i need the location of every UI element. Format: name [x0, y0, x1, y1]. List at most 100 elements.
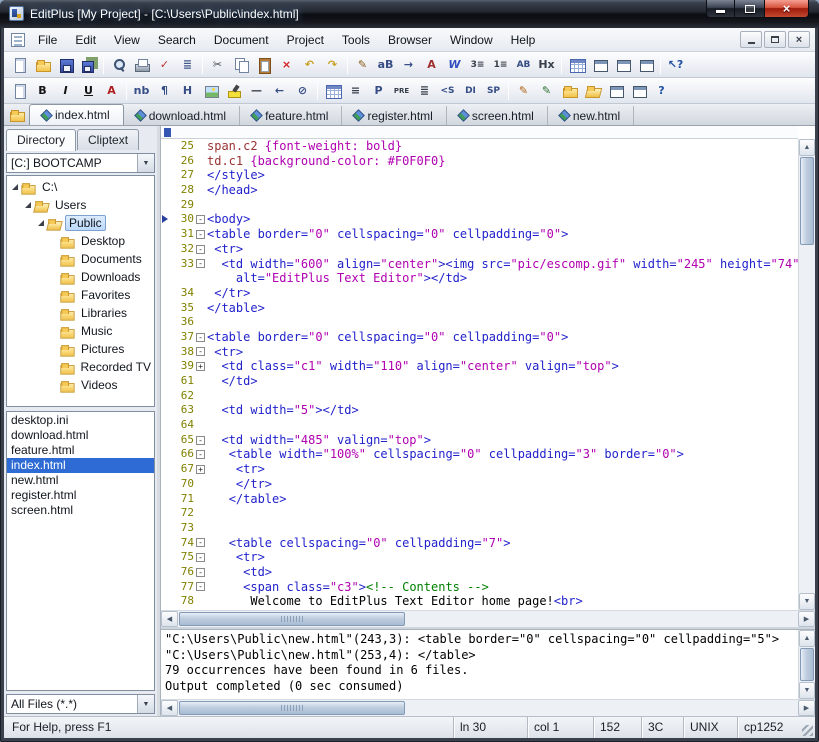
file-item-register-html[interactable]: register.html [7, 488, 154, 503]
mdi-restore-button[interactable] [764, 31, 786, 48]
document-template-button[interactable]: ≣ [176, 54, 199, 76]
div-tag-button[interactable]: DI [459, 80, 482, 102]
fold-toggle-icon[interactable]: + [194, 359, 207, 374]
tree-item-c[interactable]: C:\ [7, 178, 154, 196]
new-document-button[interactable] [8, 54, 31, 76]
show-html-toolbar-button[interactable] [565, 54, 588, 76]
hex-viewer-button[interactable]: Hx [535, 54, 558, 76]
fold-toggle-icon[interactable]: - [194, 550, 207, 565]
cut-button[interactable]: ✂ [206, 54, 229, 76]
font-button[interactable]: A [420, 54, 443, 76]
full-screen-button[interactable] [634, 54, 657, 76]
title-bar[interactable]: EditPlus [My Project] - [C:\Users\Public… [0, 0, 819, 28]
output-window[interactable]: "C:\Users\Public\new.html"(243,3): <tabl… [161, 629, 815, 699]
tree-item-documents[interactable]: Documents [7, 250, 154, 268]
tile-windows-button[interactable] [627, 80, 650, 102]
print-preview-button[interactable] [107, 54, 130, 76]
scroll-track[interactable] [178, 700, 798, 716]
menu-browser[interactable]: Browser [379, 29, 441, 51]
tree-item-users[interactable]: Users [7, 196, 154, 214]
split-window-button[interactable] [604, 80, 627, 102]
fold-toggle-icon[interactable]: - [194, 433, 207, 448]
auto-complete-button[interactable]: AB [512, 54, 535, 76]
tree-item-public[interactable]: Public [7, 214, 154, 232]
fold-toggle-icon[interactable]: - [194, 242, 207, 257]
drive-combobox[interactable]: [C:] BOOTCAMP [6, 153, 155, 173]
horizontal-rule-button[interactable]: — [245, 80, 268, 102]
scroll-track[interactable] [799, 156, 815, 593]
non-breaking-space-button[interactable]: nb [130, 80, 153, 102]
strikethrough-tag-button[interactable]: <S [436, 80, 459, 102]
fold-toggle-icon[interactable]: + [194, 462, 207, 477]
menu-search[interactable]: Search [149, 29, 205, 51]
tree-item-recorded-tv[interactable]: Recorded TV [7, 358, 154, 376]
span-tag-button[interactable]: SP [482, 80, 505, 102]
file-item-download-html[interactable]: download.html [7, 428, 154, 443]
redo-button[interactable]: ↷ [321, 54, 344, 76]
menu-help[interactable]: Help [502, 29, 545, 51]
mdi-minimize-button[interactable] [740, 31, 762, 48]
spell-check-button[interactable]: ✓ [153, 54, 176, 76]
list-tag-button[interactable]: ≣ [413, 80, 436, 102]
context-help-button[interactable]: ↖? [664, 54, 687, 76]
tree-item-downloads[interactable]: Downloads [7, 268, 154, 286]
file-filter-combobox[interactable]: All Files (*.*) [6, 694, 155, 714]
tree-item-libraries[interactable]: Libraries [7, 304, 154, 322]
scroll-up-button[interactable] [799, 630, 815, 647]
preformatted-tag-button[interactable]: PRE [390, 80, 413, 102]
print-button[interactable] [130, 54, 153, 76]
tree-item-pictures[interactable]: Pictures [7, 340, 154, 358]
underline-button[interactable]: U [77, 80, 100, 102]
file-item-feature-html[interactable]: feature.html [7, 443, 154, 458]
tab-feature-html[interactable]: feature.html [240, 106, 342, 125]
scroll-thumb[interactable] [800, 648, 814, 681]
insert-table-button[interactable] [321, 80, 344, 102]
sign-file-button[interactable]: ✎ [351, 54, 374, 76]
editor-horizontal-scrollbar[interactable] [161, 610, 815, 627]
bold-button[interactable]: B [31, 80, 54, 102]
tab-new-html[interactable]: new.html [548, 106, 634, 125]
save-button[interactable] [54, 54, 77, 76]
menu-project[interactable]: Project [278, 29, 333, 51]
scroll-track[interactable] [799, 647, 815, 682]
file-item-desktop-ini[interactable]: desktop.ini [7, 413, 154, 428]
fold-toggle-icon[interactable]: - [194, 227, 207, 242]
fold-toggle-icon[interactable]: - [194, 565, 207, 580]
close-button[interactable]: × [764, 0, 809, 18]
scroll-up-button[interactable] [799, 139, 815, 156]
word-wrap-button[interactable]: W [443, 54, 466, 76]
delete-button[interactable]: × [275, 54, 298, 76]
open-file-button[interactable] [31, 54, 54, 76]
save-all-button[interactable] [77, 54, 100, 76]
show-ruler-button[interactable]: 1≡ [489, 54, 512, 76]
editor-vertical-scrollbar[interactable] [798, 139, 815, 610]
show-output-window-button[interactable] [611, 54, 634, 76]
html-help-button[interactable]: ? [650, 80, 673, 102]
tab-register-html[interactable]: register.html [342, 106, 446, 125]
change-case-button[interactable]: aB [374, 54, 397, 76]
paragraph-tag-button[interactable]: P [367, 80, 390, 102]
fold-toggle-icon[interactable]: - [194, 580, 207, 595]
edit-template-button[interactable]: ✎ [535, 80, 558, 102]
scroll-right-button[interactable] [798, 700, 815, 716]
menu-window[interactable]: Window [441, 29, 502, 51]
scroll-track[interactable] [178, 611, 798, 627]
expanded-arrow-icon[interactable] [9, 184, 20, 190]
sidebar-tab-cliptext[interactable]: Cliptext [77, 129, 139, 150]
highlight-button[interactable] [222, 80, 245, 102]
tab-screen-html[interactable]: screen.html [447, 106, 548, 125]
expanded-arrow-icon[interactable] [35, 220, 46, 226]
tab-download-html[interactable]: download.html [124, 106, 240, 125]
chevron-down-icon[interactable] [137, 154, 154, 172]
indent-button[interactable]: → [397, 54, 420, 76]
scroll-thumb[interactable] [800, 157, 814, 245]
scroll-down-button[interactable] [799, 593, 815, 610]
fold-toggle-icon[interactable]: - [194, 212, 207, 227]
tree-item-videos[interactable]: Videos [7, 376, 154, 394]
undo-button[interactable]: ↶ [298, 54, 321, 76]
menu-tools[interactable]: Tools [333, 29, 379, 51]
scroll-thumb[interactable] [179, 612, 405, 626]
fold-toggle-icon[interactable]: - [194, 257, 207, 272]
scroll-down-button[interactable] [799, 682, 815, 699]
show-directory-window-button[interactable] [588, 54, 611, 76]
